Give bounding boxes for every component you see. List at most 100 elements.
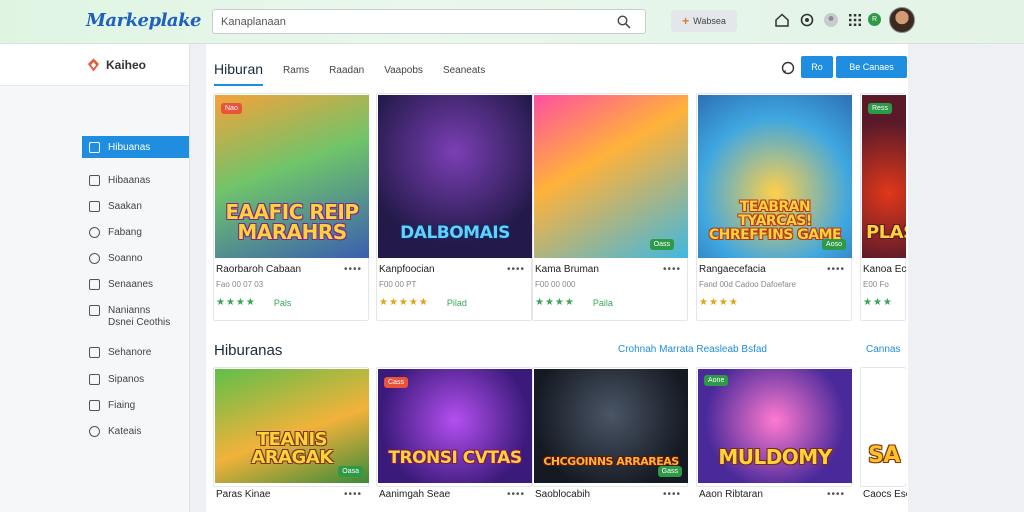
sidebar-subitem[interactable]: Dsnei Ceothis: [108, 317, 170, 328]
category-icon: [89, 373, 100, 385]
tab[interactable]: Raadan: [329, 65, 364, 86]
primary-action-button[interactable]: Be Canaes: [836, 56, 907, 78]
sidebar: Kaiheo Hibuanas Hibaanas Saakan Fabang Soann…: [0, 44, 190, 512]
game-rating: ★★★: [863, 297, 907, 308]
category-icon: [89, 226, 100, 238]
more-options-icon[interactable]: ••••: [344, 264, 362, 275]
game-tag: Pals: [273, 297, 292, 308]
game-thumbnail[interactable]: TEANIS ARAGAK Oasa: [215, 369, 369, 483]
sidebar-item[interactable]: Hibaanas: [82, 169, 189, 191]
game-thumbnail[interactable]: SA: [862, 369, 906, 483]
game-card[interactable]: PLAS Ress Kanoa Eca E00 Fo ★★★: [860, 93, 907, 321]
sidebar-item-label: Sipanos: [108, 373, 145, 385]
profile-circle-icon[interactable]: [823, 12, 839, 28]
search-icon[interactable]: [617, 15, 631, 29]
main-content: Hiburan Rams Raadan Vaapobs Seaneats Ro Be C…: [206, 44, 908, 512]
sidebar-item-label: Nanianns: [108, 304, 151, 316]
more-options-icon[interactable]: ••••: [827, 264, 845, 275]
more-options-icon[interactable]: ••••: [344, 489, 362, 500]
sidebar-item[interactable]: Fiaing: [82, 394, 189, 416]
game-thumbnail[interactable]: Oass: [534, 95, 688, 258]
game-thumbnail[interactable]: DALBOMAIS: [378, 95, 532, 258]
sidebar-item-label: Soanno: [108, 252, 143, 264]
sidebar-item-label: Fabang: [108, 226, 142, 238]
game-card[interactable]: TEANIS ARAGAK Oasa Paras Kinae ••••: [213, 367, 369, 500]
notification-badge[interactable]: R: [868, 13, 881, 26]
game-badge: Aone: [704, 375, 729, 386]
game-rating: ★★★★ Paila: [535, 297, 685, 308]
game-title[interactable]: Caocs Eso: [863, 489, 907, 500]
category-icon: [89, 252, 100, 264]
game-badge: Oasa: [338, 466, 363, 477]
game-thumbnail[interactable]: MULDOMY Aone: [698, 369, 852, 483]
game-tag: Paila: [592, 297, 613, 308]
game-thumbnail[interactable]: TRONSI CVTAS Cass: [378, 369, 532, 483]
category-icon: [89, 304, 100, 316]
app-logo[interactable]: Markeplake: [86, 10, 202, 31]
game-card[interactable]: MULDOMY Aone Aaon Ribtaran ••••: [696, 367, 852, 500]
game-thumbnail[interactable]: PLAS Ress: [862, 95, 906, 258]
game-card[interactable]: TEABRAN TYARCAS! CHREFFINS GAME Aoso Ranga…: [696, 93, 852, 321]
game-card[interactable]: DALBOMAIS Kanpfoocian •••• F00 00 PT ★★★★★ Pi…: [376, 93, 532, 321]
game-tag: Pilad: [446, 297, 467, 308]
search-box[interactable]: [212, 9, 646, 34]
tab[interactable]: Vaapobs: [384, 65, 423, 86]
sidebar-item[interactable]: Soanno: [82, 247, 189, 269]
category-icon: [89, 399, 100, 411]
game-title[interactable]: Kanoa Eca: [863, 264, 907, 275]
user-avatar[interactable]: [889, 7, 915, 33]
sidebar-item[interactable]: Senaanes: [82, 273, 189, 295]
tab[interactable]: Rams: [283, 65, 309, 86]
more-options-icon[interactable]: ••••: [827, 489, 845, 500]
game-logo-art: MULDOMY: [718, 445, 832, 469]
star-rating: ★★★★: [699, 297, 739, 308]
more-options-icon[interactable]: ••••: [663, 264, 681, 275]
category-icon: [89, 346, 100, 358]
game-thumbnail[interactable]: EAAFIC REIP MARAHRS Nao: [215, 95, 369, 258]
section-link[interactable]: Crohnah Marrata Reasleab Bsfad: [618, 344, 767, 355]
sidebar-item[interactable]: Kateais: [82, 420, 189, 442]
section-title: Hiburanas: [214, 342, 283, 359]
sidebar-title: Kaiheo: [106, 57, 147, 72]
game-thumbnail[interactable]: TEABRAN TYARCAS! CHREFFINS GAME Aoso: [698, 95, 852, 258]
game-card[interactable]: TRONSI CVTAS Cass Aanimgah Seae ••••: [376, 367, 532, 500]
game-logo-art: TEANIS ARAGAK: [251, 429, 333, 468]
apps-grid-icon[interactable]: [847, 12, 863, 28]
sidebar-item-label: Fiaing: [108, 399, 136, 411]
small-action-button[interactable]: Ro: [801, 56, 833, 78]
tab[interactable]: Hiburan: [214, 61, 264, 86]
plus-icon: +: [682, 14, 690, 28]
game-card[interactable]: SA Caocs Eso: [860, 367, 907, 500]
sidebar-item[interactable]: Sehanore: [82, 341, 189, 363]
chat-icon[interactable]: [781, 61, 795, 75]
category-icon: [89, 141, 100, 153]
star-rating: ★★★★: [535, 297, 575, 308]
game-thumbnail[interactable]: CHCGOINNS ARRAREAS Gass: [534, 369, 688, 483]
game-badge: Gass: [657, 466, 682, 477]
category-icon: [89, 425, 100, 437]
home-icon[interactable]: [774, 12, 790, 28]
game-rating: ★★★★: [699, 297, 849, 308]
sidebar-item[interactable]: Hibuanas: [82, 136, 189, 158]
section-link-more[interactable]: Cannas: [866, 344, 900, 355]
star-rating: ★★★★: [216, 297, 256, 308]
sidebar-item-label: Hibuanas: [108, 141, 151, 153]
sidebar-item[interactable]: Sipanos: [82, 368, 189, 390]
game-card[interactable]: Oass Kama Bruman •••• F00 00 000 ★★★★ Paila: [532, 93, 688, 321]
more-options-icon[interactable]: ••••: [663, 489, 681, 500]
tab[interactable]: Seaneats: [443, 65, 485, 86]
header-action-button[interactable]: + Wabsea: [671, 10, 737, 32]
game-card[interactable]: EAAFIC REIP MARAHRS Nao Raorbaroh Cabaan ••…: [213, 93, 369, 321]
search-input[interactable]: [213, 10, 603, 33]
header-action-label: Wabsea: [693, 16, 726, 26]
more-options-icon[interactable]: ••••: [507, 264, 525, 275]
sidebar-item[interactable]: Fabang: [82, 221, 189, 243]
more-options-icon[interactable]: ••••: [507, 489, 525, 500]
game-logo-art: DALBOMAIS: [400, 223, 510, 243]
game-badge: Cass: [384, 377, 408, 388]
settings-icon[interactable]: [799, 12, 815, 28]
sidebar-item[interactable]: Saakan: [82, 195, 189, 217]
game-card[interactable]: CHCGOINNS ARRAREAS Gass Saoblocabih ••••: [532, 367, 688, 500]
game-meta: E00 Fo: [863, 280, 889, 289]
game-badge: Nao: [221, 103, 242, 114]
